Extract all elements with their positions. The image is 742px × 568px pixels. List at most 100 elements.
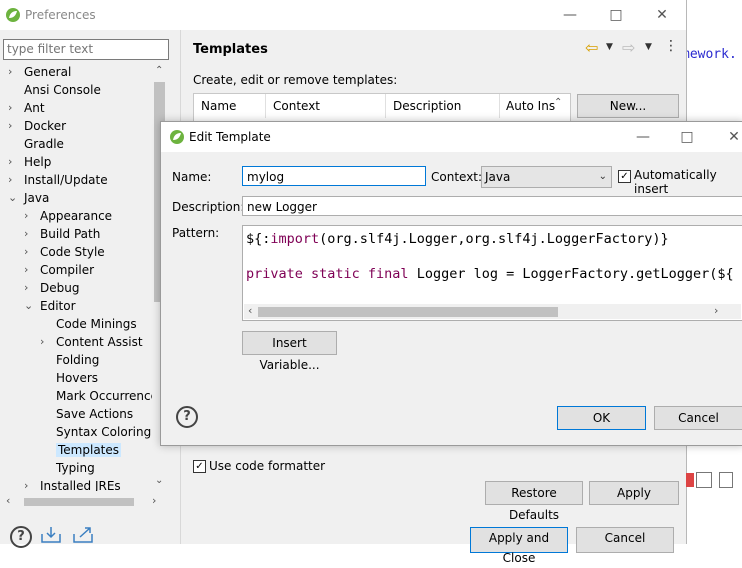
chevron-down-icon[interactable]: ⌄: [8, 189, 18, 207]
tree-hscroll-thumb[interactable]: [24, 498, 134, 506]
import-icon[interactable]: [40, 526, 64, 544]
tree-item-debug[interactable]: › Debug: [24, 279, 79, 297]
auto-insert-label: Automatically insert: [634, 168, 717, 196]
restore-defaults-button[interactable]: Restore Defaults: [485, 481, 583, 522]
scroll-right-icon[interactable]: ›: [714, 304, 718, 317]
minimize-button[interactable]: —: [555, 4, 585, 26]
tree-item-code-minings[interactable]: Code Minings: [40, 315, 137, 333]
edit-template-dialog: Edit Template — □ ✕ Name: mylog Context:…: [160, 121, 742, 446]
scroll-up-icon[interactable]: ⌃: [155, 65, 163, 76]
tree-item-label: Java: [24, 191, 50, 205]
tree-horizontal-scrollbar[interactable]: ‹ ›: [0, 494, 168, 509]
tree-item-label: Templates: [56, 443, 122, 457]
chevron-right-icon[interactable]: ›: [8, 153, 18, 171]
column-context[interactable]: Context: [266, 94, 386, 118]
context-label: Context:: [431, 170, 483, 184]
tree-item-label: Compiler: [40, 263, 95, 277]
description-input[interactable]: new Logger: [242, 196, 742, 216]
pattern-scroll-thumb[interactable]: [258, 307, 558, 317]
ok-button[interactable]: OK: [557, 406, 646, 430]
maximize-button[interactable]: □: [601, 4, 631, 26]
tree-item-build-path[interactable]: › Build Path: [24, 225, 100, 243]
new-template-button[interactable]: New...: [577, 94, 679, 118]
pattern-editor[interactable]: ${:import(org.slf4j.Logger,org.slf4j.Log…: [242, 225, 742, 321]
chevron-right-icon[interactable]: ›: [24, 477, 34, 491]
dialog-maximize-button[interactable]: □: [672, 126, 702, 148]
insert-variable-button[interactable]: Insert Variable...: [242, 331, 337, 372]
tree-item-label: Mark Occurrences: [56, 389, 165, 403]
forward-arrow-icon[interactable]: ⇨: [622, 38, 635, 57]
tree-item-ansi-console[interactable]: Ansi Console: [8, 81, 101, 99]
tree-item-label: Gradle: [24, 137, 64, 151]
chevron-right-icon[interactable]: ›: [40, 333, 50, 351]
chevron-down-icon: ⌄: [598, 171, 607, 182]
column-description[interactable]: Description: [386, 94, 500, 118]
tree-item-general[interactable]: › General: [8, 63, 71, 81]
tree-item-syntax-coloring[interactable]: Syntax Coloring: [40, 423, 151, 441]
dialog-close-button[interactable]: ✕: [719, 126, 742, 148]
scroll-left-icon[interactable]: ‹: [248, 304, 252, 317]
scroll-left-icon[interactable]: ‹: [6, 494, 10, 507]
filter-box[interactable]: [3, 39, 169, 60]
tree-item-help[interactable]: › Help: [8, 153, 51, 171]
tree-item-installed-jres[interactable]: › Installed JREs: [24, 477, 121, 491]
tree-item-gradle[interactable]: Gradle: [8, 135, 64, 153]
editor-marker-icon: [686, 473, 694, 487]
chevron-right-icon[interactable]: ›: [24, 261, 34, 279]
tree-item-install-update[interactable]: › Install/Update: [8, 171, 108, 189]
back-menu-chevron-icon[interactable]: ▼: [606, 42, 613, 52]
tree-item-label: Code Style: [40, 245, 105, 259]
context-select[interactable]: Java ⌄: [481, 166, 612, 188]
cancel-button[interactable]: Cancel: [576, 527, 674, 553]
tree-item-save-actions[interactable]: Save Actions: [40, 405, 133, 423]
chevron-right-icon[interactable]: ›: [8, 63, 18, 81]
tree-item-folding[interactable]: Folding: [40, 351, 99, 369]
chevron-right-icon[interactable]: ›: [24, 279, 34, 297]
dialog-minimize-button[interactable]: —: [628, 126, 658, 148]
column-auto-insert[interactable]: Auto Ins: [499, 94, 556, 118]
apply-and-close-button[interactable]: Apply and Close: [470, 527, 568, 565]
filter-input[interactable]: [4, 40, 168, 57]
auto-insert-checkbox[interactable]: ✓: [618, 170, 631, 183]
back-arrow-icon[interactable]: ⇦: [585, 38, 598, 57]
chevron-right-icon[interactable]: ›: [8, 99, 18, 117]
help-icon[interactable]: ?: [176, 406, 198, 428]
scroll-down-icon[interactable]: ⌄: [155, 475, 163, 486]
export-icon[interactable]: [72, 526, 96, 544]
tree-item-editor[interactable]: ⌄ Editor: [24, 297, 76, 315]
chevron-right-icon[interactable]: ›: [24, 207, 34, 225]
help-icon[interactable]: ?: [10, 526, 32, 548]
tree-item-label: Code Minings: [56, 317, 137, 331]
use-code-formatter-checkbox[interactable]: ✓: [193, 460, 206, 473]
tree-item-docker[interactable]: › Docker: [8, 117, 66, 135]
chevron-right-icon[interactable]: ›: [8, 171, 18, 189]
chevron-right-icon[interactable]: ›: [8, 117, 18, 135]
tree-item-templates[interactable]: Templates: [40, 441, 122, 459]
apply-button[interactable]: Apply: [589, 481, 679, 505]
tree-item-typing[interactable]: Typing: [40, 459, 95, 477]
column-name[interactable]: Name: [194, 94, 266, 118]
view-menu-icon[interactable]: ⋮: [664, 38, 678, 54]
chevron-down-icon[interactable]: ⌄: [24, 297, 34, 315]
table-scroll-up-icon[interactable]: ⌃: [554, 97, 562, 108]
chevron-right-icon[interactable]: ›: [24, 243, 34, 261]
tree-item-ant[interactable]: › Ant: [8, 99, 45, 117]
name-input[interactable]: mylog: [242, 166, 426, 186]
tree-item-mark-occurrences[interactable]: Mark Occurrences: [40, 387, 164, 405]
tree-item-hovers[interactable]: Hovers: [40, 369, 98, 387]
tree-item-appearance[interactable]: › Appearance: [24, 207, 112, 225]
editor-toolbar-icon[interactable]: [696, 472, 712, 488]
dialog-cancel-button[interactable]: Cancel: [654, 406, 742, 430]
forward-menu-chevron-icon[interactable]: ▼: [645, 42, 652, 52]
preferences-tree: › General Ansi Console › Ant › Docker Gradle › He…: [0, 63, 170, 491]
tree-item-code-style[interactable]: › Code Style: [24, 243, 105, 261]
chevron-right-icon[interactable]: ›: [24, 225, 34, 243]
tree-item-compiler[interactable]: › Compiler: [24, 261, 94, 279]
close-button[interactable]: ✕: [647, 4, 677, 26]
pattern-horizontal-scrollbar[interactable]: ‹ ›: [244, 304, 741, 319]
scroll-right-icon[interactable]: ›: [152, 494, 156, 507]
tree-item-content-assist[interactable]: › Content Assist: [40, 333, 143, 351]
editor-toolbar-icon-2[interactable]: [719, 472, 733, 488]
tree-item-java[interactable]: ⌄ Java: [8, 189, 49, 207]
tree-item-label: Content Assist: [56, 335, 143, 349]
